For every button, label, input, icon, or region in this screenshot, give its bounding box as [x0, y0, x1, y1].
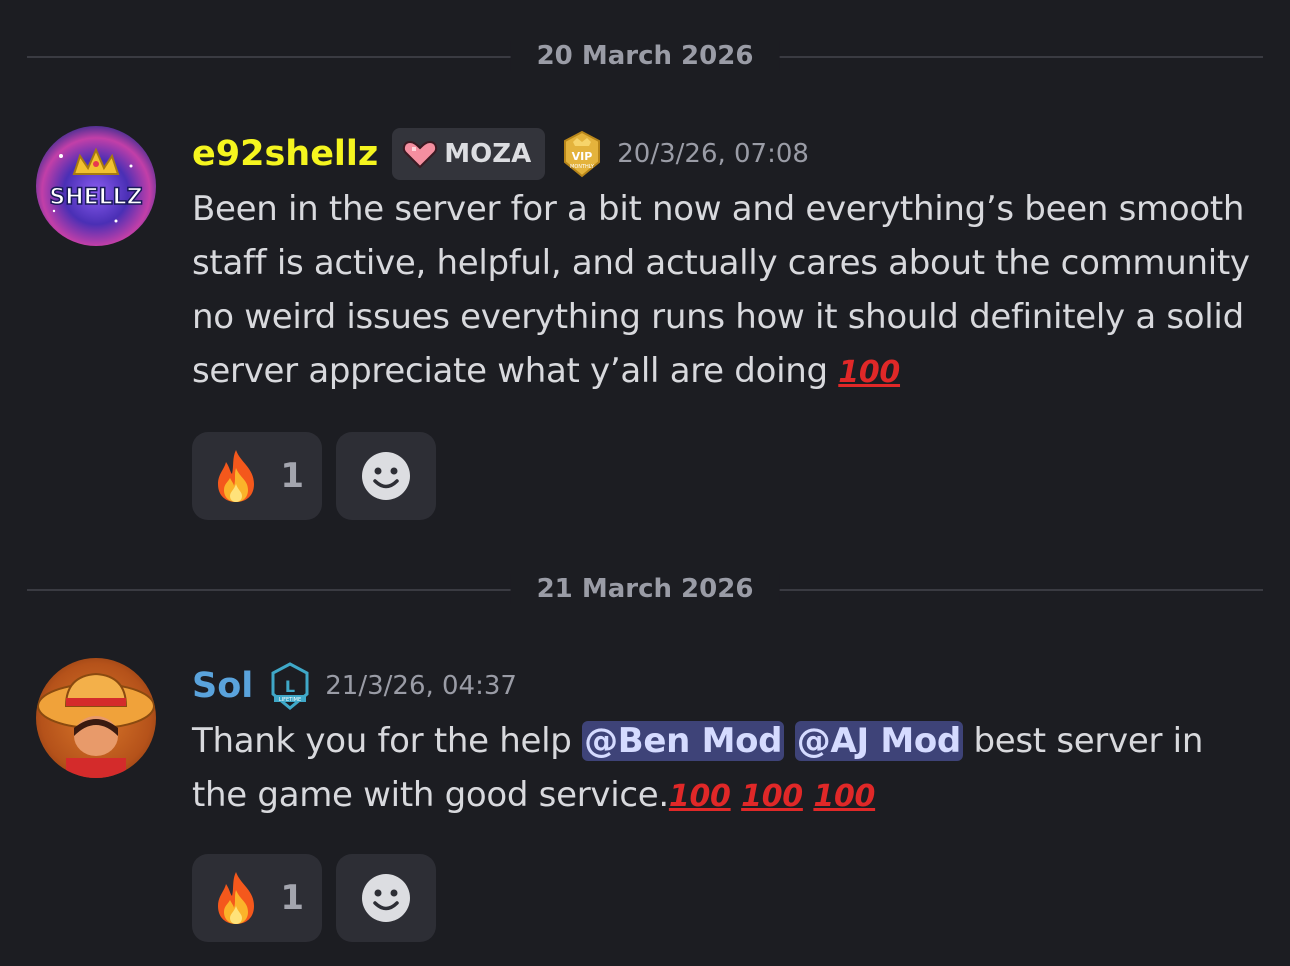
lifetime-badge-icon[interactable]: L LIFETIME: [269, 662, 311, 710]
svg-text:L: L: [285, 677, 295, 696]
timestamp: 20/3/26, 07:08: [617, 139, 809, 169]
message-body: e92shellz MOZA VIP MONTHLY 20/3/26, 07:0…: [192, 126, 1260, 520]
fire-icon: [218, 872, 254, 924]
reaction-count: 1: [280, 878, 304, 918]
mention-aj-mod[interactable]: @AJ Mod: [794, 721, 963, 761]
message-content: Been in the server for a bit now and eve…: [192, 189, 1250, 391]
reactions: 1: [192, 432, 1260, 520]
reaction-count: 1: [280, 456, 304, 496]
svg-text:LIFETIME: LIFETIME: [279, 697, 301, 703]
hundred-points-icon: 100: [741, 779, 803, 814]
server-tag[interactable]: MOZA: [392, 128, 546, 180]
chat-view: 20 March 2026 SHELLZ e92shellz MOZA VIP …: [0, 0, 1290, 966]
svg-text:MONTHLY: MONTHLY: [570, 164, 595, 170]
message-header: Sol L LIFETIME 21/3/26, 04:37: [192, 658, 1260, 714]
date-divider: 21 March 2026: [27, 574, 1263, 604]
smiley-icon: [362, 874, 410, 922]
add-reaction-button[interactable]: [336, 432, 436, 520]
svg-text:SHELLZ: SHELLZ: [49, 185, 142, 210]
message-content-start: Thank you for the help: [192, 721, 572, 761]
message-text: Been in the server for a bit now and eve…: [192, 182, 1260, 400]
reaction-fire[interactable]: 1: [192, 854, 322, 942]
message-body: Sol L LIFETIME 21/3/26, 04:37 Thank you …: [192, 658, 1260, 942]
vip-badge-icon[interactable]: VIP MONTHLY: [561, 130, 603, 178]
server-tag-label: MOZA: [444, 139, 532, 169]
svg-text:VIP: VIP: [572, 150, 593, 163]
avatar[interactable]: [36, 658, 156, 778]
avatar[interactable]: SHELLZ: [36, 126, 156, 246]
date-label: 20 March 2026: [510, 41, 780, 71]
message-header: e92shellz MOZA VIP MONTHLY 20/3/26, 07:0…: [192, 126, 1260, 182]
timestamp: 21/3/26, 04:37: [325, 671, 517, 701]
date-label: 21 March 2026: [510, 574, 780, 604]
username[interactable]: e92shellz: [192, 134, 378, 174]
date-divider: 20 March 2026: [27, 41, 1263, 71]
hundred-points-icon: 100: [838, 355, 901, 390]
mention-ben-mod[interactable]: @Ben Mod: [582, 721, 785, 761]
fire-icon: [218, 450, 254, 502]
reactions: 1: [192, 854, 1260, 942]
heart-icon: [403, 140, 438, 169]
hundred-points-icon: 100: [668, 779, 731, 814]
reaction-fire[interactable]: 1: [192, 432, 322, 520]
smiley-icon: [362, 452, 410, 500]
add-reaction-button[interactable]: [336, 854, 436, 942]
username[interactable]: Sol: [192, 666, 253, 706]
hundred-points-icon: 100: [813, 779, 876, 814]
message-text: Thank you for the help @Ben Mod @AJ Mod …: [192, 714, 1260, 824]
